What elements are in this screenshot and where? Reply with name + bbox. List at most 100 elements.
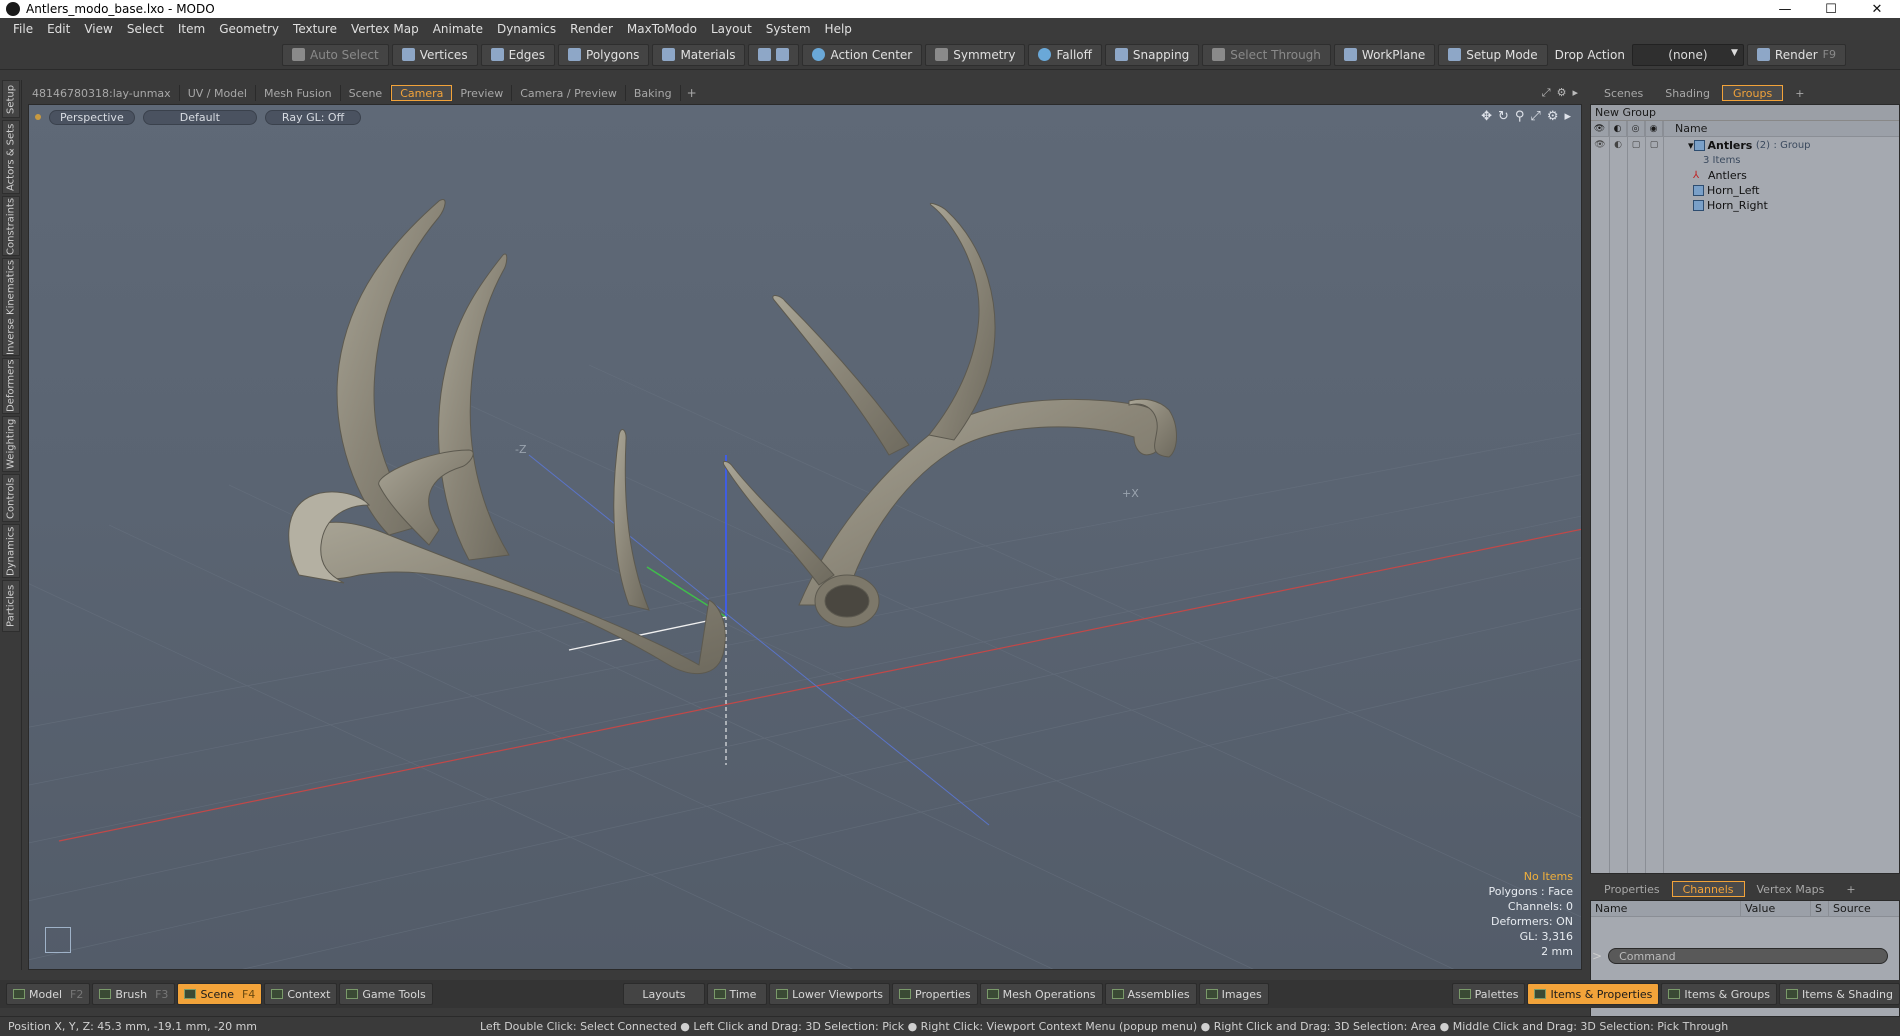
tab-properties[interactable]: Properties [1594,881,1670,897]
menu-help[interactable]: Help [818,22,859,36]
menu-item[interactable]: Item [171,22,212,36]
add-channel-tab-button[interactable]: + [1836,881,1865,897]
fit-icon[interactable]: ⤢ [1530,109,1540,124]
menu-render[interactable]: Render [563,22,620,36]
palettes-button[interactable]: Palettes [1451,983,1526,1005]
materials-button[interactable]: Materials [652,43,746,66]
menu-geometry[interactable]: Geometry [212,22,286,36]
horn-left-mesh[interactable] [288,199,726,675]
maximize-viewport-icon[interactable]: ⤢ [1542,86,1551,100]
tab-setup[interactable]: Setup [2,80,20,118]
group-row-antlers[interactable]: 👁 ◐ ▢ ▢ ▾ Antlers (2) : Group [1591,137,1899,153]
setup-mode-button[interactable]: Setup Mode [1438,43,1548,66]
add-panel-tab-button[interactable]: + [1785,85,1814,101]
tab-weighting[interactable]: Weighting [2,416,20,472]
snapping-button[interactable]: Snapping [1104,43,1200,66]
images-button[interactable]: Images [1198,983,1269,1005]
raygl-dropdown[interactable]: Ray GL: Off [264,109,362,125]
command-input[interactable]: Command [1608,948,1889,964]
viewport-more-icon[interactable]: ▸ [1564,109,1571,124]
command-history-arrow[interactable]: > [1592,949,1602,963]
menu-texture[interactable]: Texture [286,22,344,36]
group-item-horn-left[interactable]: Horn_Left [1591,183,1899,198]
lock-toggle-icon[interactable]: ▢ [1627,138,1645,153]
tab-shading[interactable]: Shading [1655,85,1720,101]
zoom-icon[interactable]: ⚲ [1515,109,1525,124]
layout-context-button[interactable]: Context [264,983,338,1005]
channel-s-col[interactable]: S [1811,901,1829,916]
menu-maxtomodo[interactable]: MaxToModo [620,22,704,36]
tab-camera-preview[interactable]: Camera / Preview [512,85,626,101]
3d-viewport[interactable]: Perspective Default Ray GL: Off ✥ ↻ ⚲ ⤢ … [28,104,1582,970]
view-mode-dropdown[interactable]: Perspective [49,109,135,125]
visibility-eye-icon[interactable]: 👁 [1591,138,1609,153]
menu-vertex-map[interactable]: Vertex Map [344,22,426,36]
maximize-button[interactable]: ☐ [1808,0,1854,18]
menu-edit[interactable]: Edit [40,22,77,36]
viewport-options-icon[interactable] [35,114,41,120]
edges-button[interactable]: Edges [480,43,556,66]
tab-uv-model[interactable]: UV / Model [180,85,256,101]
menu-dynamics[interactable]: Dynamics [490,22,563,36]
tab-dynamics[interactable]: Dynamics [2,524,20,578]
menu-select[interactable]: Select [120,22,171,36]
menu-layout[interactable]: Layout [704,22,759,36]
render-col-icon[interactable]: ◐ [1609,120,1627,137]
tab-constraints[interactable]: Constraints [2,196,20,256]
minimize-button[interactable]: — [1762,0,1808,18]
layout-model-button[interactable]: Model F2 [6,983,91,1005]
auto-select-button[interactable]: Auto Select [282,43,389,66]
channel-name-col[interactable]: Name [1591,901,1741,916]
action-center-button[interactable]: Action Center [802,43,923,66]
tab-channels[interactable]: Channels [1671,881,1745,897]
render-button[interactable]: Render F9 [1746,43,1846,66]
menu-system[interactable]: System [759,22,818,36]
layout-scene-button[interactable]: Scene F4 [177,983,263,1005]
tab-inverse-kinematics[interactable]: Inverse Kinematics [2,258,20,356]
items-properties-button[interactable]: Items & Properties [1527,983,1660,1005]
group-item-horn-right[interactable]: Horn_Right [1591,198,1899,213]
tab-mesh-fusion[interactable]: Mesh Fusion [256,85,341,101]
tab-deformers[interactable]: Deformers [2,358,20,414]
viewport-settings-icon[interactable]: ⚙ [1547,109,1559,124]
layout-brush-button[interactable]: Brush F3 [92,983,176,1005]
pan-icon[interactable]: ✥ [1481,109,1492,124]
close-button[interactable]: ✕ [1854,0,1900,18]
tab-baking[interactable]: Baking [626,85,681,101]
menu-view[interactable]: View [77,22,119,36]
visibility-col-icon[interactable]: 👁 [1591,120,1609,137]
selection-set-button[interactable] [748,43,800,66]
horn-right-mesh[interactable] [722,202,1177,628]
layout-game-tools-button[interactable]: Game Tools [339,983,433,1005]
add-tab-button[interactable]: + [681,86,703,100]
select-col-icon[interactable]: ◉ [1645,120,1663,137]
channel-value-col[interactable]: Value [1741,901,1811,916]
menu-file[interactable]: File [6,22,40,36]
viewport-gear-icon[interactable]: ⚙ [1557,86,1567,100]
shading-dropdown[interactable]: Default [142,109,257,125]
tab-preview[interactable]: Preview [452,85,513,101]
lock-col-icon[interactable]: ◎ [1627,120,1645,137]
select-through-button[interactable]: Select Through [1202,43,1331,66]
tab-groups[interactable]: Groups [1721,85,1784,101]
time-button[interactable]: Time [706,983,768,1005]
lower-viewports-button[interactable]: Lower Viewports [769,983,890,1005]
channel-source-col[interactable]: Source [1829,901,1899,916]
tab-actors-sets[interactable]: Actors & Sets [2,120,20,194]
render-toggle-icon[interactable]: ◐ [1609,138,1627,153]
menu-animate[interactable]: Animate [426,22,490,36]
rotate-icon[interactable]: ↻ [1498,109,1509,124]
mesh-operations-button[interactable]: Mesh Operations [979,983,1103,1005]
workplane-button[interactable]: WorkPlane [1333,43,1436,66]
tab-controls[interactable]: Controls [2,474,20,522]
tab-particles[interactable]: Particles [2,580,20,632]
tab-scene[interactable]: Scene [341,85,392,101]
tab-vertex-maps[interactable]: Vertex Maps [1747,881,1835,897]
select-toggle-icon[interactable]: ▢ [1645,138,1663,153]
layouts-button[interactable]: Layouts [623,983,705,1005]
drop-action-select[interactable]: (none) ▼ [1631,43,1744,66]
symmetry-button[interactable]: Symmetry [925,43,1026,66]
falloff-button[interactable]: Falloff [1028,43,1102,66]
assemblies-button[interactable]: Assemblies [1104,983,1197,1005]
vertices-button[interactable]: Vertices [391,43,478,66]
